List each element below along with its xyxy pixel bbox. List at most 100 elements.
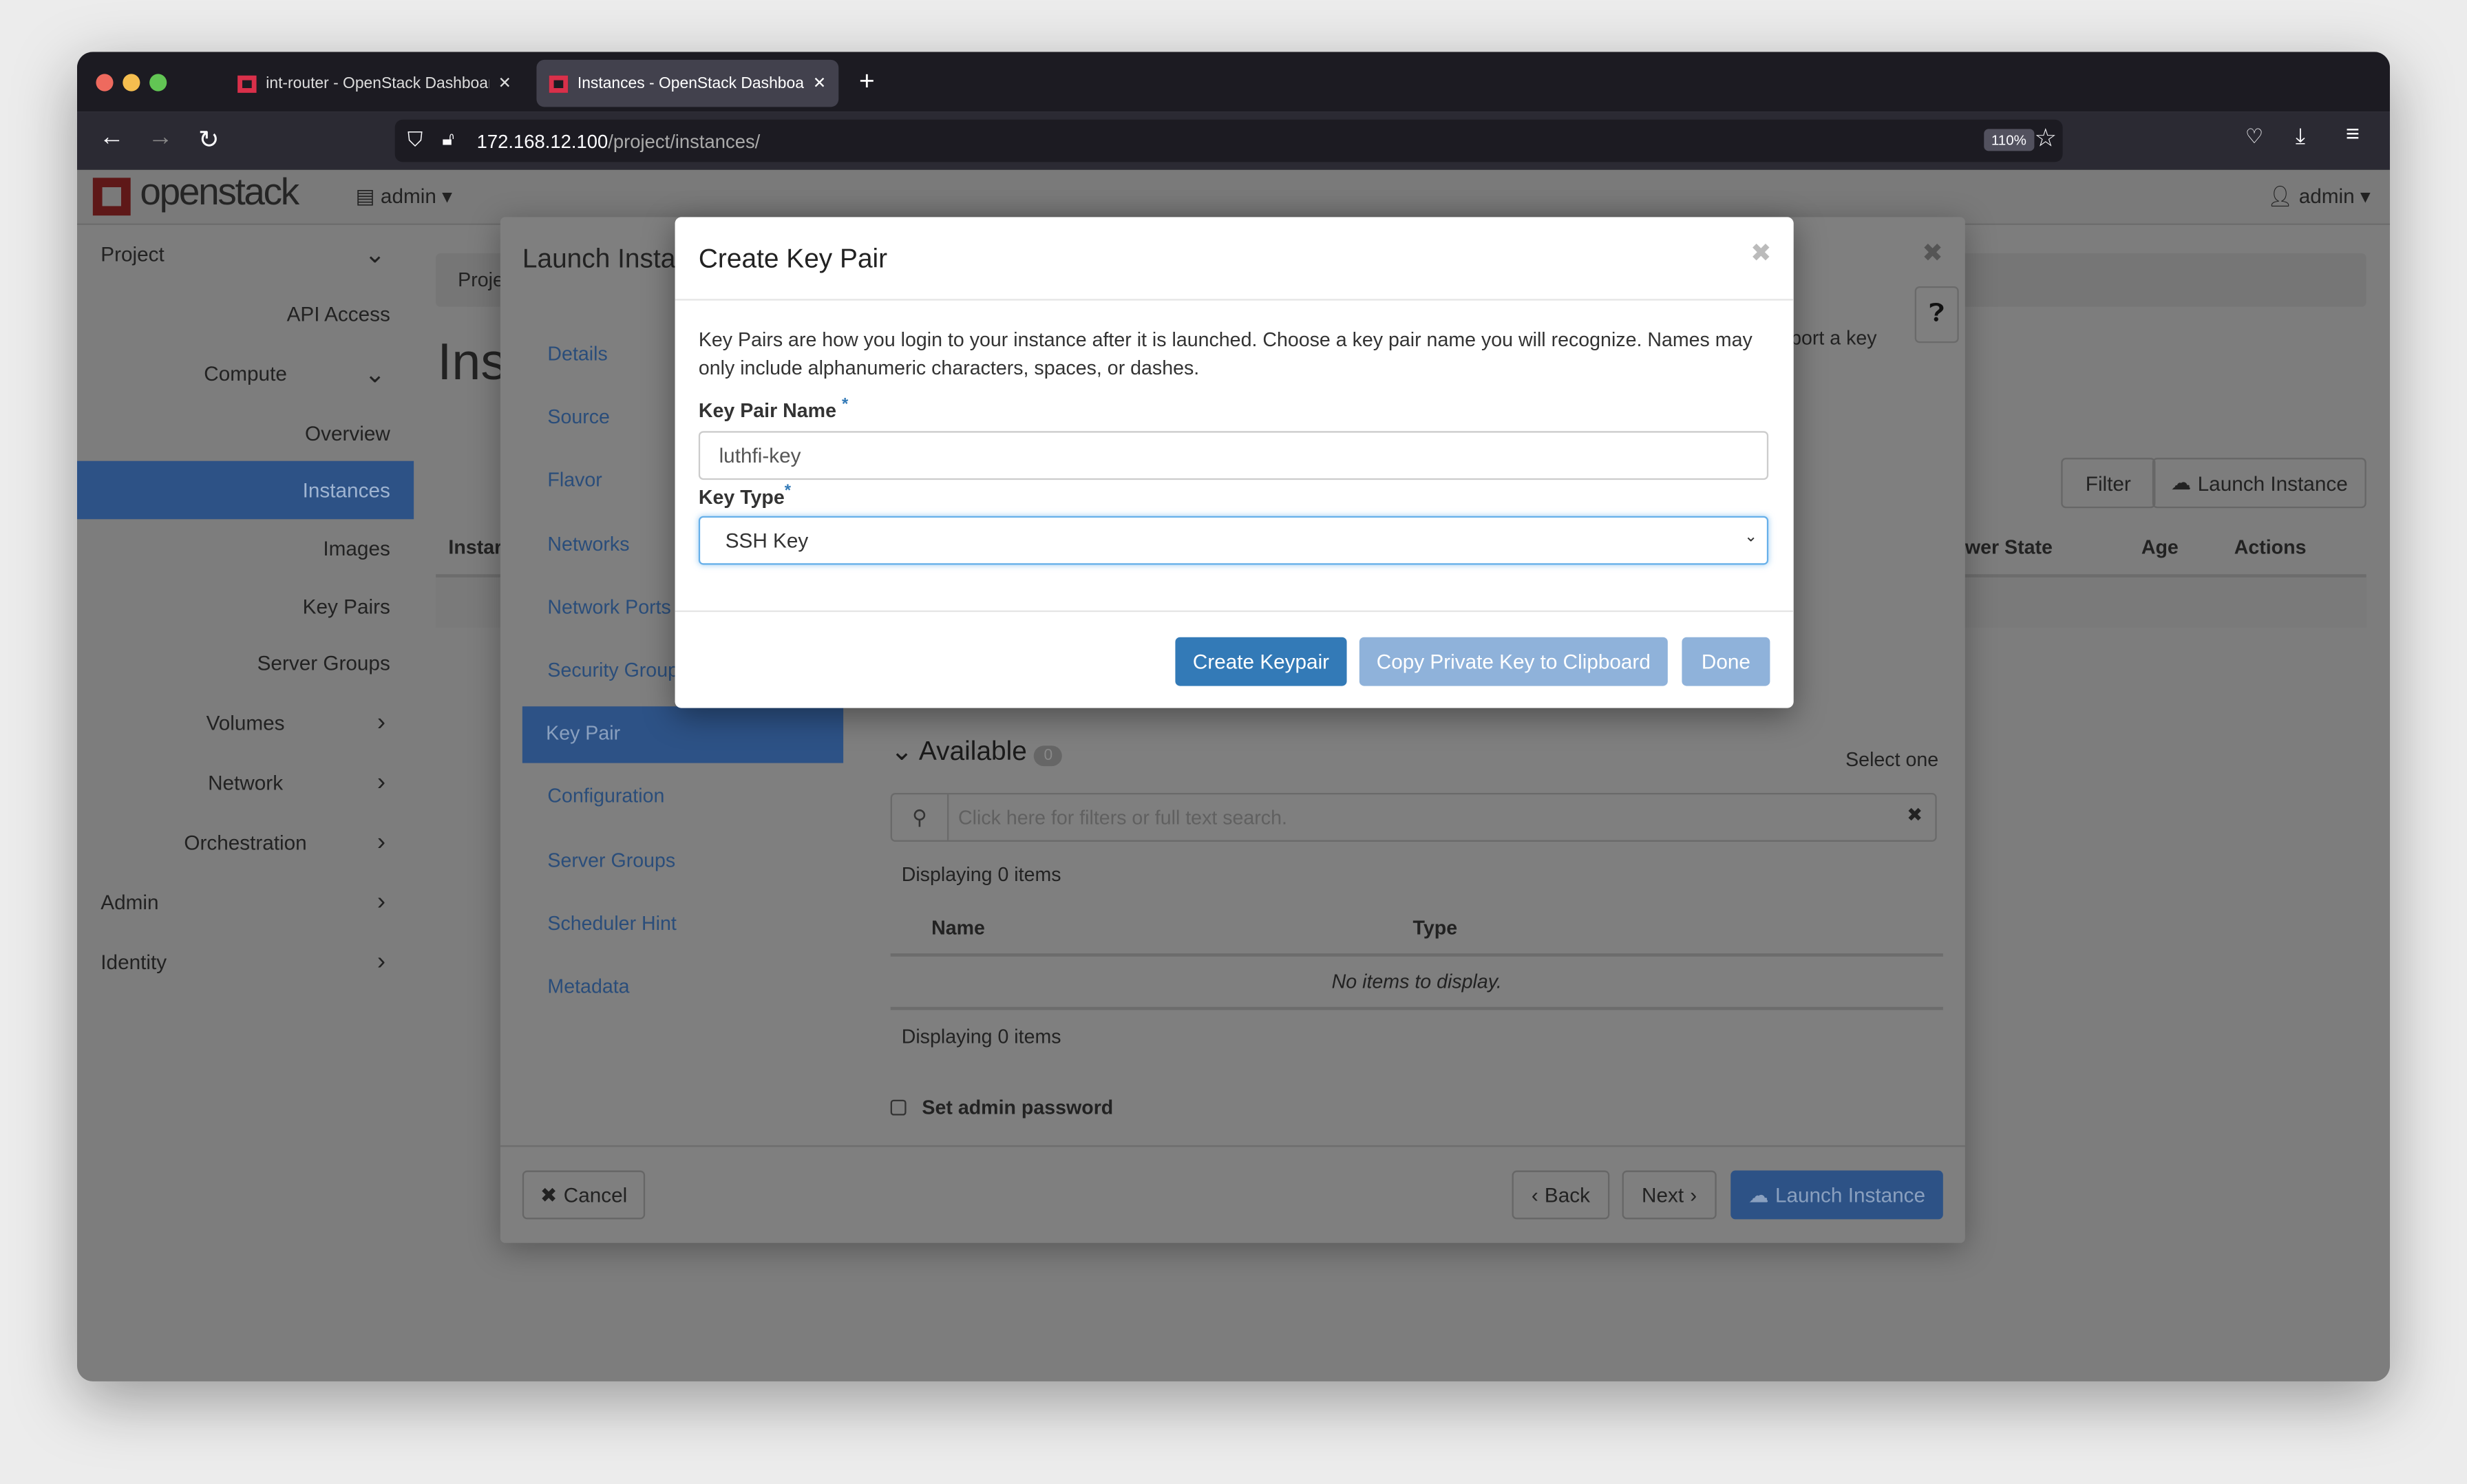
column-header: Actions (2234, 536, 2307, 559)
column-header-type[interactable]: Type (1413, 918, 1458, 940)
back-arrow-icon[interactable]: ← (99, 125, 125, 153)
chevron-right-icon: › (1690, 1183, 1697, 1207)
forward-arrow-icon[interactable]: → (148, 125, 173, 153)
dialog-description: Key Pairs are how you login to your inst… (698, 328, 1753, 379)
wizard-step-networks[interactable]: Networks (547, 533, 676, 555)
sidebar-item-key-pairs[interactable]: Key Pairs (77, 577, 414, 636)
chevron-down-icon: ⌄ (364, 361, 385, 388)
minimize-window-button[interactable] (123, 74, 140, 92)
checkbox[interactable] (890, 1099, 907, 1116)
wizard-step-network-ports[interactable]: Network Ports (547, 596, 676, 618)
key-type-label: Key Type* (698, 483, 792, 509)
search-placeholder: Click here for filters or full text sear… (957, 807, 1287, 829)
url-bar[interactable]: ⛉ 🔓︎ 172.168.12.100/project/instances/ 1… (394, 119, 2063, 162)
sidebar-item-project[interactable]: Project ⌄ (77, 225, 414, 284)
set-admin-password-checkbox[interactable]: Set admin password (890, 1096, 1113, 1119)
sidebar-item-label: Identity (100, 950, 167, 974)
bookmark-star-icon[interactable]: ☆ (2034, 123, 2057, 154)
sidebar-item-label: Admin (100, 890, 159, 914)
openstack-favicon-icon (549, 74, 569, 92)
sidebar-item-label: Volumes (206, 711, 285, 735)
sidebar-item-label: Key Pairs (302, 594, 390, 619)
chevron-right-icon: › (377, 948, 385, 975)
sidebar-item-admin[interactable]: Admin › (77, 873, 414, 932)
openstack-logo[interactable]: openstack (140, 171, 299, 215)
sidebar-item-orchestration[interactable]: Orchestration › (77, 814, 414, 872)
select-one-label: Select one (1845, 748, 1939, 771)
new-tab-button[interactable]: + (859, 66, 875, 98)
tab-instances[interactable]: Instances - OpenStack Dashboard ✕ (536, 59, 839, 107)
pocket-icon[interactable]: ♡ (2245, 125, 2264, 150)
zoom-level[interactable]: 110% (1983, 129, 2035, 151)
user-dropdown[interactable]: 👤︎ admin ▾ (2267, 184, 2371, 209)
wizard-step-configuration[interactable]: Configuration (547, 785, 676, 807)
sidebar-item-label: Orchestration (184, 830, 307, 855)
cancel-button[interactable]: ✖ Cancel (522, 1170, 646, 1220)
maximize-window-button[interactable] (149, 74, 167, 92)
sidebar-item-label: Project (100, 242, 165, 266)
sidebar-item-api-access[interactable]: API Access (77, 285, 414, 343)
done-button[interactable]: Done (1682, 637, 1770, 686)
next-button[interactable]: Next › (1622, 1170, 1717, 1220)
close-tab-icon[interactable]: ✕ (813, 75, 826, 92)
chevron-down-icon: ⌄ (364, 241, 385, 268)
sidebar-item-images[interactable]: Images (77, 519, 414, 577)
sidebar-item-network[interactable]: Network › (77, 754, 414, 812)
wizard-step-metadata[interactable]: Metadata (547, 975, 676, 997)
wizard-step-security-groups[interactable]: Security Groups (547, 659, 676, 681)
menu-icon[interactable]: ≡ (2346, 121, 2360, 148)
dialog-title: Create Key Pair (698, 244, 888, 274)
count-badge: 0 (1034, 745, 1062, 767)
wizard-step-source[interactable]: Source (547, 406, 676, 428)
create-key-pair-dialog: Create Key Pair ✖ Key Pairs are how you … (675, 217, 1794, 708)
reload-icon[interactable]: ↻ (198, 125, 220, 156)
sidebar-item-volumes[interactable]: Volumes › (77, 694, 414, 752)
close-tab-icon[interactable]: ✕ (498, 75, 511, 92)
close-icon[interactable]: ✖ (1922, 237, 1943, 269)
tab-int-router[interactable]: int-router - OpenStack Dashboard ✕ (225, 60, 524, 107)
key-type-select[interactable]: SSH Key ⌄ (698, 516, 1769, 565)
wizard-step-server-groups[interactable]: Server Groups (547, 849, 676, 871)
wizard-step-flavor[interactable]: Flavor (547, 469, 676, 491)
chevron-down-icon: ⌄ (1744, 528, 1758, 547)
copy-private-key-button[interactable]: Copy Private Key to Clipboard (1359, 637, 1668, 686)
chevron-right-icon: › (377, 828, 385, 856)
key-pair-name-input[interactable]: luthfi-key (698, 431, 1769, 480)
column-header-name[interactable]: Name (931, 918, 985, 940)
search-input[interactable]: ⚲ Click here for filters or full text se… (890, 792, 1937, 842)
sidebar-item-server-groups[interactable]: Server Groups (77, 634, 414, 692)
launch-instance-submit-button[interactable]: ☁ Launch Instance (1730, 1170, 1943, 1220)
wizard-step-scheduler-hints[interactable]: Scheduler Hints (547, 912, 676, 934)
sidebar-item-label: API Access (286, 301, 390, 326)
chevron-right-icon: › (377, 888, 385, 915)
sidebar-item-instances[interactable]: Instances (76, 460, 414, 520)
tab-bar: int-router - OpenStack Dashboard ✕ Instan… (76, 52, 2390, 112)
close-window-button[interactable] (96, 74, 114, 92)
back-button[interactable]: ‹ Back (1512, 1170, 1610, 1220)
clear-search-icon[interactable]: ✖ (1907, 804, 1923, 826)
sidebar-item-compute[interactable]: Compute ⌄ (77, 345, 414, 403)
sidebar-item-overview[interactable]: Overview (77, 404, 414, 463)
download-icon[interactable]: ⤓ (2296, 123, 2305, 149)
available-section-toggle[interactable]: ⌄ Available 0 (891, 736, 1062, 768)
wizard-step-key-pair[interactable]: Key Pair (522, 706, 844, 763)
nav-bar: ← → ↻ ⛉ 🔓︎ 172.168.12.100/project/instan… (76, 112, 2390, 170)
create-keypair-button[interactable]: Create Keypair (1175, 637, 1347, 686)
sidebar-item-label: Instances (302, 478, 390, 502)
chevron-right-icon: › (377, 768, 385, 796)
user-icon: 👤︎ (2267, 184, 2299, 208)
close-icon: ✖ (540, 1182, 558, 1206)
sidebar-item-label: Server Groups (257, 651, 390, 675)
sidebar-item-label: Network (208, 770, 284, 795)
description-text: port a key (1790, 327, 1877, 350)
search-icon: ⚲ (892, 794, 949, 840)
close-icon[interactable]: ✖ (1750, 237, 1772, 269)
launch-instance-button[interactable]: ☁ Launch Instance (2152, 458, 2367, 509)
wizard-step-details[interactable]: Details (547, 343, 676, 365)
sidebar-item-identity[interactable]: Identity › (77, 933, 414, 991)
project-dropdown[interactable]: ▤ admin ▾ (356, 184, 452, 209)
displaying-count: Displaying 0 items (901, 1026, 1061, 1048)
filter-button[interactable]: Filter (2061, 458, 2156, 509)
help-icon[interactable]: ❓︎ (1914, 286, 1959, 343)
column-header: wer State (1965, 536, 2053, 559)
